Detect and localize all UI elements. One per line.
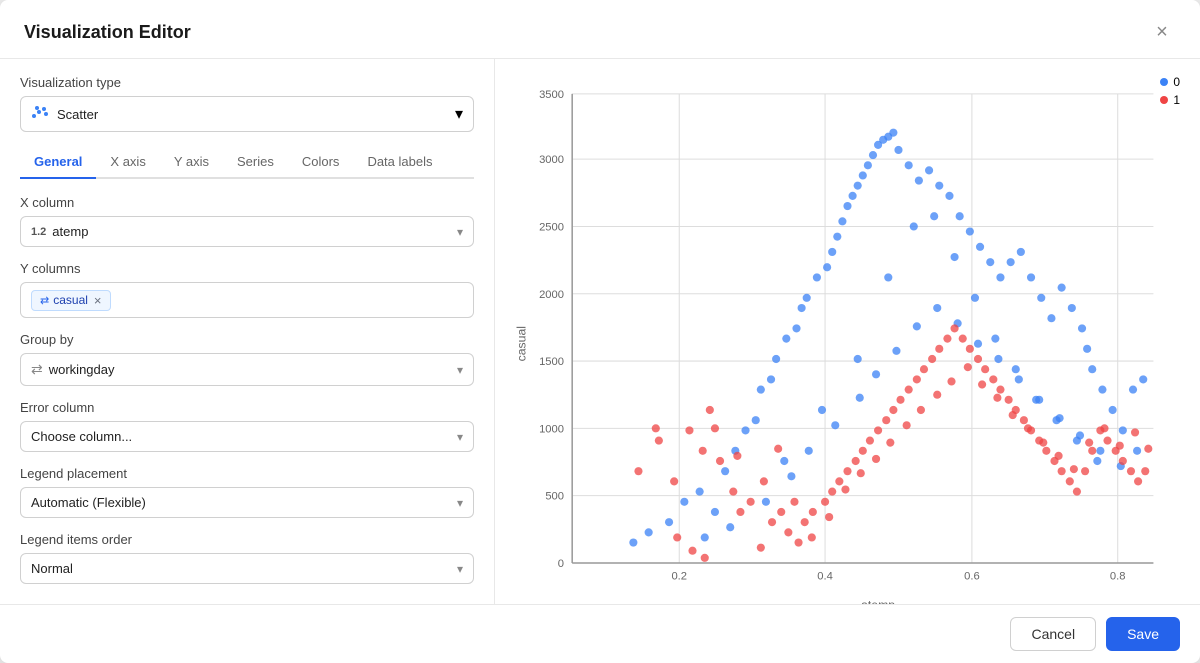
- tab-x-axis[interactable]: X axis: [96, 146, 159, 179]
- error-column-placeholder: Choose column...: [31, 429, 453, 444]
- svg-text:1500: 1500: [539, 356, 564, 368]
- svg-text:500: 500: [545, 491, 564, 503]
- tab-series[interactable]: Series: [223, 146, 288, 179]
- legend-dot-1: [1160, 96, 1168, 104]
- svg-text:2500: 2500: [539, 222, 564, 234]
- error-column-select[interactable]: Choose column... ▾: [20, 421, 474, 452]
- legend-placement-label: Legend placement: [20, 466, 474, 481]
- x-column-type-icon: 1.2: [31, 226, 46, 238]
- modal-header: Visualization Editor ×: [0, 0, 1200, 59]
- group-by-label: Group by: [20, 332, 474, 347]
- x-column-value: atemp: [52, 224, 453, 239]
- svg-text:0.8: 0.8: [1110, 570, 1126, 582]
- tab-general[interactable]: General: [20, 146, 96, 179]
- error-column-group: Error column Choose column... ▾: [20, 400, 474, 452]
- svg-text:3000: 3000: [539, 154, 564, 166]
- svg-text:0.6: 0.6: [964, 570, 980, 582]
- chart-legend: 0 1: [1160, 75, 1180, 107]
- y-column-tag-casual: ⇄ casual ×: [31, 290, 111, 311]
- group-by-value: workingday: [49, 362, 453, 377]
- x-column-chevron-icon: ▾: [457, 225, 463, 239]
- vis-type-select[interactable]: Scatter ▾: [20, 96, 474, 132]
- tag-remove-button[interactable]: ×: [94, 293, 102, 308]
- error-column-label: Error column: [20, 400, 474, 415]
- modal-title: Visualization Editor: [24, 22, 191, 43]
- svg-text:0.2: 0.2: [671, 570, 687, 582]
- group-by-group: Group by ⇄ workingday ▾: [20, 332, 474, 386]
- scatter-icon: [31, 105, 49, 124]
- tab-data-labels[interactable]: Data labels: [353, 146, 446, 179]
- group-by-type-icon: ⇄: [31, 361, 43, 378]
- x-axis-label: atemp: [861, 598, 895, 604]
- legend-label-0: 0: [1173, 75, 1180, 89]
- legend-items-order-select[interactable]: Normal ▾: [20, 553, 474, 584]
- y-columns-box[interactable]: ⇄ casual ×: [20, 282, 474, 318]
- tag-type-icon: ⇄: [40, 294, 49, 307]
- legend-placement-chevron-icon: ▾: [457, 496, 463, 510]
- svg-text:1000: 1000: [539, 423, 564, 435]
- y-columns-label: Y columns: [20, 261, 474, 276]
- vis-type-label: Visualization type: [20, 75, 474, 90]
- group-by-chevron-icon: ▾: [457, 363, 463, 377]
- modal-body: Visualization type Scatter ▾: [0, 59, 1200, 604]
- tag-label: casual: [53, 293, 88, 307]
- legend-item-0: 0: [1160, 75, 1180, 89]
- cancel-button[interactable]: Cancel: [1010, 617, 1096, 651]
- scatter-chart: casual atemp: [511, 71, 1184, 604]
- legend-placement-value: Automatic (Flexible): [31, 495, 453, 510]
- legend-label-1: 1: [1173, 93, 1180, 107]
- group-by-select[interactable]: ⇄ workingday ▾: [20, 353, 474, 386]
- modal-footer: Cancel Save: [0, 604, 1200, 663]
- vis-type-group: Visualization type Scatter ▾: [20, 75, 474, 132]
- svg-text:0: 0: [558, 558, 564, 570]
- legend-items-order-group: Legend items order Normal ▾: [20, 532, 474, 584]
- tabs-container: General X axis Y axis Series Colors Data…: [20, 146, 474, 179]
- x-column-label: X column: [20, 195, 474, 210]
- right-panel: 0 1 casual atemp: [495, 59, 1200, 604]
- legend-placement-select[interactable]: Automatic (Flexible) ▾: [20, 487, 474, 518]
- vis-type-value: Scatter: [57, 107, 455, 122]
- tab-colors[interactable]: Colors: [288, 146, 354, 179]
- legend-items-order-chevron-icon: ▾: [457, 562, 463, 576]
- legend-dot-0: [1160, 78, 1168, 86]
- svg-text:0.4: 0.4: [817, 570, 833, 582]
- y-axis-label: casual: [514, 326, 528, 361]
- vis-type-chevron-icon: ▾: [455, 104, 463, 124]
- y-columns-group: Y columns ⇄ casual ×: [20, 261, 474, 318]
- legend-items-order-label: Legend items order: [20, 532, 474, 547]
- chart-area: 0 1 casual atemp: [511, 71, 1184, 604]
- legend-placement-group: Legend placement Automatic (Flexible) ▾: [20, 466, 474, 518]
- visualization-editor-modal: Visualization Editor × Visualization typ…: [0, 0, 1200, 663]
- error-column-chevron-icon: ▾: [457, 430, 463, 444]
- legend-items-order-value: Normal: [31, 561, 453, 576]
- close-button[interactable]: ×: [1148, 18, 1176, 46]
- svg-text:3500: 3500: [539, 89, 564, 101]
- svg-text:2000: 2000: [539, 289, 564, 301]
- save-button[interactable]: Save: [1106, 617, 1180, 651]
- x-column-group: X column 1.2 atemp ▾: [20, 195, 474, 247]
- tab-y-axis[interactable]: Y axis: [160, 146, 223, 179]
- left-panel: Visualization type Scatter ▾: [0, 59, 495, 604]
- legend-item-1: 1: [1160, 93, 1180, 107]
- x-column-select[interactable]: 1.2 atemp ▾: [20, 216, 474, 247]
